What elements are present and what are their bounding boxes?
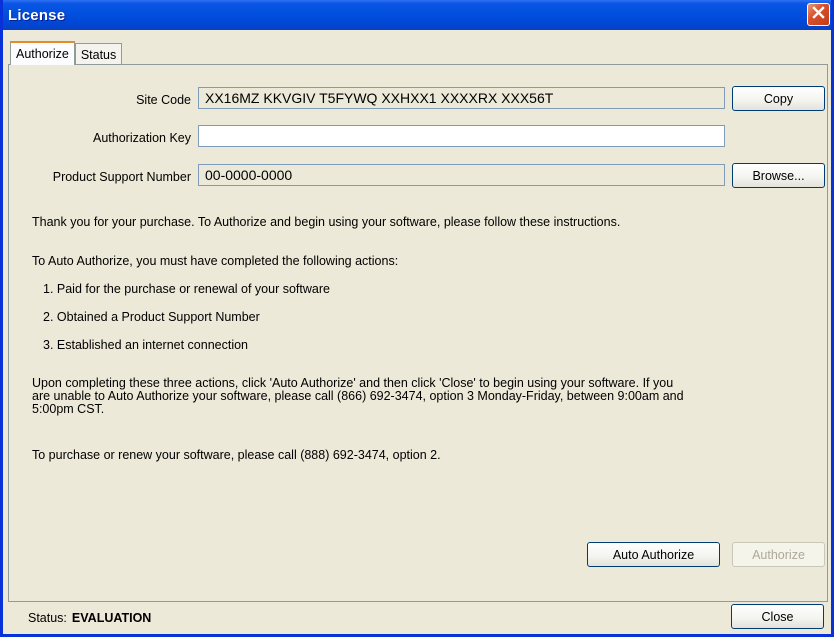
authorization-key-input[interactable] <box>198 125 725 147</box>
authorize-panel: Site Code XX16MZ KKVGIV T5FYWQ XXHXX1 XX… <box>8 64 828 602</box>
site-code-label: Site Code <box>136 93 191 107</box>
license-window: License Authorize Status Site Code XX16M… <box>0 0 834 637</box>
product-support-number-field: 00-0000-0000 <box>198 164 725 186</box>
authorization-key-label: Authorization Key <box>93 131 191 145</box>
upon-completing-line-2: are unable to Auto Authorize your softwa… <box>32 389 684 403</box>
intro-text: Thank you for your purchase. To Authoriz… <box>32 215 621 229</box>
step-1: 1. Paid for the purchase or renewal of y… <box>43 282 330 296</box>
step-2: 2. Obtained a Product Support Number <box>43 310 260 324</box>
close-button[interactable]: Close <box>731 604 824 629</box>
title-bar[interactable]: License <box>3 0 831 30</box>
auto-authorize-button[interactable]: Auto Authorize <box>587 542 720 567</box>
copy-button[interactable]: Copy <box>732 86 825 111</box>
purchase-renew-text: To purchase or renew your software, plea… <box>32 448 441 462</box>
window-title: License <box>8 6 66 24</box>
browse-button[interactable]: Browse... <box>732 163 825 188</box>
close-icon <box>812 6 825 23</box>
tab-strip: Authorize Status <box>10 41 123 65</box>
status-label: Status: <box>28 610 67 625</box>
upon-completing-line-3: 5:00pm CST. <box>32 402 105 416</box>
authorize-button[interactable]: Authorize <box>732 542 825 567</box>
step-3: 3. Established an internet connection <box>43 338 248 352</box>
close-window-button[interactable] <box>807 3 830 26</box>
status-value: EVALUATION <box>71 610 152 625</box>
product-support-number-label: Product Support Number <box>52 170 191 184</box>
site-code-field: XX16MZ KKVGIV T5FYWQ XXHXX1 XXXXRX XXX56… <box>198 87 725 109</box>
auto-authorize-heading: To Auto Authorize, you must have complet… <box>32 254 399 268</box>
tab-authorize[interactable]: Authorize <box>10 41 75 65</box>
tab-status[interactable]: Status <box>74 43 123 65</box>
status-bar: Status: EVALUATION Close <box>8 604 828 631</box>
